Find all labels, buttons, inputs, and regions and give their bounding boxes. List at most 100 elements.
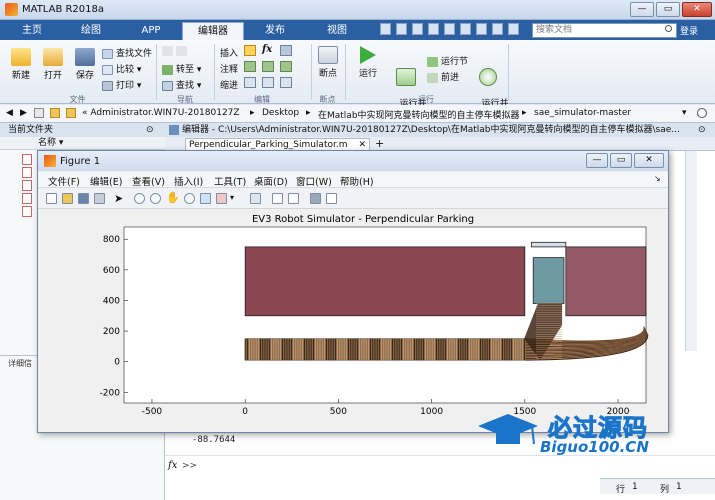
menu-file[interactable]: 文件(F) bbox=[48, 174, 80, 188]
close-button[interactable]: ✕ bbox=[682, 2, 712, 17]
chevron-down-icon[interactable]: ▾ bbox=[682, 108, 687, 118]
editor-scrollbar[interactable] bbox=[685, 151, 697, 351]
tab-editor[interactable]: 编辑器 bbox=[182, 22, 244, 40]
open-file-icon[interactable] bbox=[62, 193, 73, 204]
back-arrow-icon[interactable]: ◀ bbox=[6, 108, 13, 118]
insert-section-icon[interactable] bbox=[244, 45, 256, 56]
insert-button[interactable]: 插入 bbox=[220, 46, 238, 59]
insert-more-icon[interactable] bbox=[280, 45, 292, 56]
legend-icon[interactable] bbox=[288, 193, 299, 204]
search-icon[interactable] bbox=[697, 108, 707, 118]
increase-indent-icon[interactable] bbox=[262, 77, 274, 88]
dock-arrow-icon[interactable]: ↘ bbox=[654, 174, 661, 183]
panel-actions-icon[interactable]: ⊙ bbox=[698, 123, 706, 137]
new-figure-icon[interactable] bbox=[46, 193, 57, 204]
function-browser-icon[interactable]: fx bbox=[168, 460, 177, 471]
redo-quick-icon[interactable] bbox=[460, 23, 471, 35]
open-button[interactable]: 打开 bbox=[38, 48, 68, 81]
breadcrumb-segment[interactable]: « Administrator.WIN7U-20180127Z bbox=[82, 108, 240, 118]
breadcrumb-segment[interactable]: sae_simulator-master bbox=[534, 108, 631, 118]
browse-folder-icon[interactable] bbox=[66, 108, 76, 118]
comment-icon[interactable] bbox=[244, 61, 256, 72]
minimize-button[interactable]: — bbox=[630, 2, 654, 17]
cut-quick-icon[interactable] bbox=[396, 23, 407, 35]
tab-apps[interactable]: APP bbox=[122, 22, 180, 40]
tab-home[interactable]: 主页 bbox=[4, 22, 60, 40]
goto-button[interactable]: 转至 ▾ bbox=[162, 62, 201, 75]
compare-button[interactable]: 比较 ▾ bbox=[102, 62, 141, 75]
pan-hand-icon[interactable]: ✋ bbox=[166, 191, 180, 204]
breadcrumb-segment[interactable]: 在Matlab中实现阿克曼转向模型的自主停车模拟器 bbox=[318, 108, 520, 121]
print-figure-icon[interactable] bbox=[94, 193, 105, 204]
comment-button[interactable]: 注释 bbox=[220, 62, 238, 75]
plot-svg[interactable]: EV3 Robot Simulator - Perpendicular Park… bbox=[38, 209, 668, 432]
name-column-header[interactable]: 名称 ▾ bbox=[0, 137, 165, 150]
breakpoints-button[interactable]: 断点 bbox=[314, 46, 342, 79]
panel-actions-icon[interactable]: ⊙ bbox=[146, 125, 154, 135]
file-icon[interactable] bbox=[22, 167, 32, 178]
login-link[interactable]: 登录 bbox=[680, 24, 698, 37]
file-icon[interactable] bbox=[22, 180, 32, 191]
link-plot-icon[interactable] bbox=[250, 193, 261, 204]
bookmark-toggles[interactable] bbox=[162, 46, 190, 57]
address-bar[interactable]: ◀ ▶ « Administrator.WIN7U-20180127Z ▸ De… bbox=[0, 105, 715, 123]
paste-quick-icon[interactable] bbox=[428, 23, 439, 35]
file-icon[interactable] bbox=[22, 154, 32, 165]
data-cursor-icon[interactable] bbox=[200, 193, 211, 204]
maximize-button[interactable]: ▭ bbox=[656, 2, 680, 17]
figure-minimize-button[interactable]: — bbox=[586, 153, 608, 168]
pointer-icon[interactable]: ➤ bbox=[114, 192, 123, 205]
uncomment-icon[interactable] bbox=[262, 61, 274, 72]
print-button[interactable]: 打印 ▾ bbox=[102, 78, 141, 91]
file-icon[interactable] bbox=[22, 193, 32, 204]
copy-quick-icon[interactable] bbox=[412, 23, 423, 35]
colorbar-icon[interactable] bbox=[272, 193, 283, 204]
file-icon[interactable] bbox=[22, 206, 32, 217]
hide-plot-tools-icon[interactable] bbox=[310, 193, 321, 204]
find-button[interactable]: 查找 ▾ bbox=[162, 78, 201, 91]
figure-title-bar[interactable]: Figure 1 — ▭ ✕ bbox=[38, 151, 668, 171]
tab-publish[interactable]: 发布 bbox=[246, 22, 304, 40]
indent-button[interactable]: 缩进 bbox=[220, 78, 238, 91]
save-figure-icon[interactable] bbox=[78, 193, 89, 204]
brush-icon[interactable] bbox=[216, 193, 227, 204]
brush-dropdown-icon[interactable]: ▾ bbox=[230, 193, 234, 202]
figure-maximize-button[interactable]: ▭ bbox=[610, 153, 632, 168]
decrease-indent-icon[interactable] bbox=[280, 77, 292, 88]
zoom-out-icon[interactable] bbox=[150, 193, 161, 204]
browse-folder-icon[interactable] bbox=[50, 108, 60, 118]
dropdown-quick-icon[interactable] bbox=[508, 23, 519, 35]
wrap-comment-icon[interactable] bbox=[280, 61, 292, 72]
run-button[interactable]: 运行 bbox=[352, 46, 384, 79]
rotate-3d-icon[interactable] bbox=[184, 193, 195, 204]
switch-window-quick-icon[interactable] bbox=[476, 23, 487, 35]
menu-insert[interactable]: 插入(I) bbox=[174, 174, 203, 188]
menu-view[interactable]: 查看(V) bbox=[132, 174, 165, 188]
menu-desktop[interactable]: 桌面(D) bbox=[254, 174, 288, 188]
find-files-button[interactable]: 查找文件 bbox=[102, 46, 152, 59]
menu-edit[interactable]: 编辑(E) bbox=[90, 174, 122, 188]
advance-button[interactable]: 前进 bbox=[427, 70, 459, 83]
menu-help[interactable]: 帮助(H) bbox=[340, 174, 374, 188]
smart-indent-icon[interactable] bbox=[244, 77, 256, 88]
new-button[interactable]: 新建 bbox=[6, 48, 36, 81]
search-input[interactable]: 搜索文档 bbox=[532, 23, 677, 38]
zoom-in-icon[interactable] bbox=[134, 193, 145, 204]
up-folder-icon[interactable] bbox=[34, 108, 44, 118]
help-quick-icon[interactable] bbox=[492, 23, 503, 35]
show-plot-tools-icon[interactable] bbox=[326, 193, 337, 204]
forward-arrow-icon[interactable]: ▶ bbox=[20, 108, 27, 118]
undo-quick-icon[interactable] bbox=[444, 23, 455, 35]
menu-tools[interactable]: 工具(T) bbox=[214, 174, 246, 188]
tab-plots[interactable]: 绘图 bbox=[62, 22, 120, 40]
figure-close-button[interactable]: ✕ bbox=[634, 153, 664, 168]
menu-window[interactable]: 窗口(W) bbox=[296, 174, 332, 188]
insert-function-icon[interactable]: fx bbox=[262, 44, 272, 55]
breadcrumb-segment[interactable]: Desktop bbox=[262, 108, 299, 118]
add-tab-icon[interactable]: + bbox=[375, 137, 384, 150]
run-section-button[interactable]: 运行节 bbox=[427, 54, 468, 67]
search-icon[interactable] bbox=[665, 25, 672, 32]
tab-view[interactable]: 视图 bbox=[306, 22, 368, 40]
save-button[interactable]: 保存 bbox=[70, 48, 100, 81]
save-quick-icon[interactable] bbox=[380, 23, 391, 35]
